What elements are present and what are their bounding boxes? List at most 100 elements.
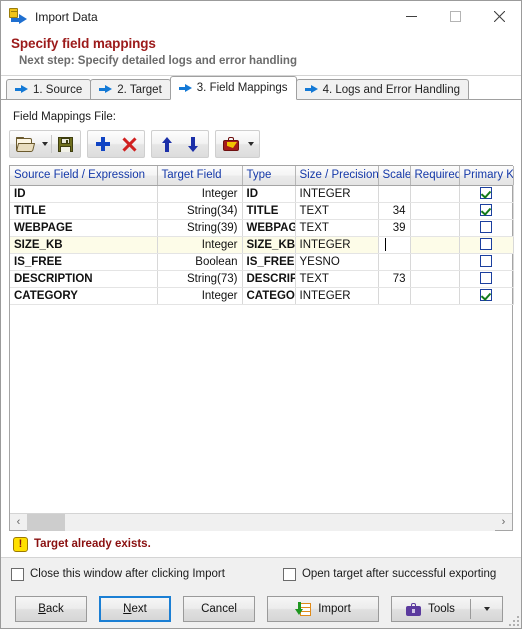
cell-target-field[interactable]: SIZE_KB [242,236,296,254]
minimize-button[interactable] [389,1,433,32]
table-row[interactable]: CATEGORYIntegerCATEGORYINTEGER [10,287,514,305]
option-open-target-after-export[interactable]: Open target after successful exporting [282,567,496,581]
grid-horizontal-scrollbar[interactable]: ‹ › [10,513,512,531]
cell-size-precision[interactable]: 39 [378,219,411,237]
option-close-after-import[interactable]: Close this window after clicking Import [11,567,225,581]
cell-required[interactable] [459,236,514,254]
cell-required[interactable] [459,202,514,220]
field-mappings-grid[interactable]: Source Field / Expression Target Field T… [9,165,514,531]
cell-source-type[interactable]: Integer [157,185,243,203]
table-row[interactable]: DESCRIPTIONString(73)DESCRIPTIONTEXT73 [10,270,514,288]
cell-source-field[interactable]: DESCRIPTION [10,270,158,288]
checkbox[interactable] [282,567,296,581]
table-row[interactable]: SIZE_KB Integer SIZE_KB INTEGER [10,236,514,254]
import-button[interactable]: Import [267,596,379,622]
cell-source-field[interactable]: IS_FREE [10,253,158,271]
cell-required[interactable] [459,253,514,271]
cell-scale[interactable] [410,236,460,254]
tab-logs-and-error-handling[interactable]: 4. Logs and Error Handling [295,79,470,99]
cell-source-type[interactable]: String(73) [157,270,243,288]
required-checkbox[interactable] [480,289,492,302]
cell-type[interactable]: TEXT [295,202,379,220]
tab-source[interactable]: 1. Source [6,79,92,99]
column-header-source-field[interactable]: Source Field / Expression [10,166,158,186]
cell-required[interactable] [459,270,514,288]
scroll-left-arrow-icon[interactable]: ‹ [10,514,27,531]
cell-target-field[interactable]: IS_FREE [242,253,296,271]
cell-type[interactable]: INTEGER [295,287,379,305]
column-header-type[interactable]: Type [242,166,296,186]
back-button[interactable]: Back [15,596,87,622]
scrollbar-track[interactable] [27,513,495,531]
column-header-target-field[interactable]: Target Field [157,166,243,186]
cell-size-precision[interactable]: 73 [378,270,411,288]
mapping-tools-button[interactable] [218,132,244,156]
required-checkbox[interactable] [480,187,492,200]
cell-required[interactable] [459,185,514,203]
cell-target-field[interactable]: CATEGORY [242,287,296,305]
tab-field-mappings[interactable]: 3. Field Mappings [169,76,297,100]
required-checkbox[interactable] [480,204,492,217]
scroll-right-arrow-icon[interactable]: › [495,514,512,531]
checkbox[interactable] [11,567,24,581]
next-button[interactable]: Next [99,596,171,622]
cell-type[interactable]: INTEGER [295,185,379,203]
required-checkbox[interactable] [480,255,492,268]
scrollbar-thumb[interactable] [27,513,65,531]
cell-size-precision[interactable] [378,185,411,203]
column-header-size-precision[interactable]: Size / Precision [295,166,379,186]
cell-source-field[interactable]: WEBPAGE [10,219,158,237]
cell-source-type[interactable]: String(39) [157,219,243,237]
cell-target-field[interactable]: DESCRIPTION [242,270,296,288]
cell-type[interactable]: INTEGER [295,236,379,254]
cell-size-precision[interactable] [378,253,411,271]
cell-scale[interactable] [410,253,460,271]
required-checkbox[interactable] [480,238,492,251]
cell-source-type[interactable]: Integer [157,236,243,254]
cell-scale[interactable] [410,185,460,203]
cell-target-field[interactable]: TITLE [242,202,296,220]
resize-grip[interactable] [509,616,519,626]
grid-empty-area[interactable] [10,304,512,513]
table-row[interactable]: WEBPAGEString(39)WEBPAGETEXT39 [10,219,514,237]
cell-scale[interactable] [410,270,460,288]
cell-size-precision[interactable]: 34 [378,202,411,220]
close-button[interactable] [477,1,521,32]
required-checkbox[interactable] [480,221,492,234]
table-row[interactable]: TITLE String(34) TITLE TEXT 34 [10,202,514,220]
cell-source-field[interactable]: CATEGORY [10,287,158,305]
tools-button[interactable]: Tools [391,596,503,622]
cell-scale[interactable] [410,202,460,220]
table-row[interactable]: ID Integer ID INTEGER [10,185,514,203]
table-row[interactable]: IS_FREE Boolean IS_FREE YESNO [10,253,514,271]
cell-target-field[interactable]: ID [242,185,296,203]
cell-source-field[interactable]: ID [10,185,158,203]
required-checkbox[interactable] [480,272,492,285]
delete-mapping-button[interactable] [116,132,142,156]
cell-type[interactable]: YESNO [295,253,379,271]
move-up-button[interactable] [154,132,180,156]
maximize-button[interactable] [433,1,477,32]
cell-source-field[interactable]: SIZE_KB [10,236,158,254]
cell-source-type[interactable]: Integer [157,287,243,305]
column-header-primary-key[interactable]: Primary Ke [459,166,514,186]
cell-scale[interactable] [410,219,460,237]
mapping-tools-dropdown[interactable] [244,132,257,156]
cell-size-precision[interactable] [378,236,411,254]
cell-size-precision[interactable] [378,287,411,305]
cell-source-type[interactable]: String(34) [157,202,243,220]
open-mappings-button[interactable] [12,132,38,156]
cell-required[interactable] [459,219,514,237]
cancel-button[interactable]: Cancel [183,596,255,622]
column-header-scale[interactable]: Scale [378,166,411,186]
column-header-required[interactable]: Required [410,166,460,186]
tab-target[interactable]: 2. Target [90,79,171,99]
save-mappings-button[interactable] [52,132,78,156]
cell-type[interactable]: TEXT [295,270,379,288]
cell-source-field[interactable]: TITLE [10,202,158,220]
cell-required[interactable] [459,287,514,305]
cell-type[interactable]: TEXT [295,219,379,237]
open-mappings-dropdown[interactable] [38,132,51,156]
chevron-down-icon[interactable] [483,607,490,611]
cell-target-field[interactable]: WEBPAGE [242,219,296,237]
